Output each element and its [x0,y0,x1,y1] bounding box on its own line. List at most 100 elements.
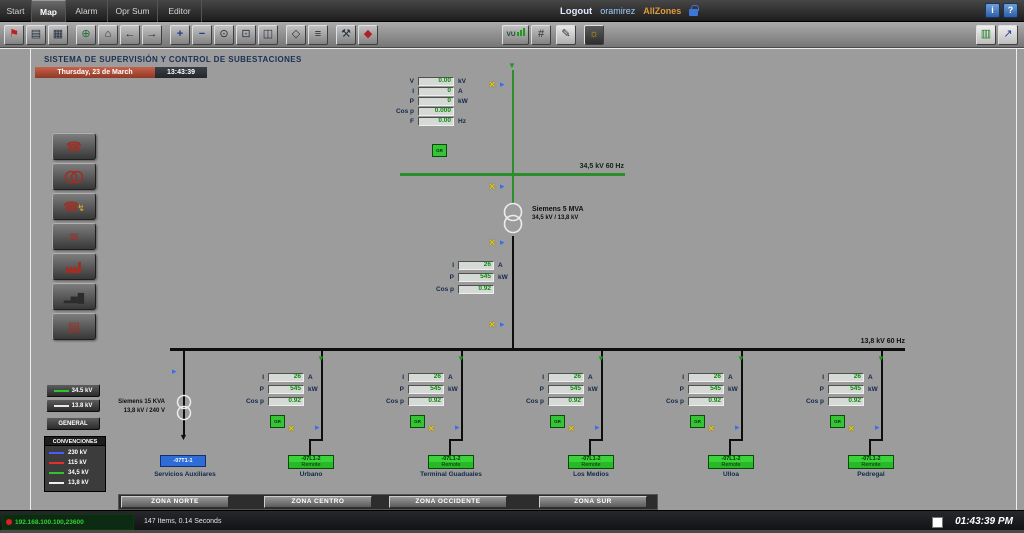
measure-value: 0.00 [418,117,454,126]
disconnector-icon[interactable]: × [489,182,495,193]
tab-editor[interactable]: Editor [158,0,202,22]
zone-sur-button[interactable]: ZONA SUR [539,496,647,508]
main-transformer-symbol[interactable] [498,201,528,237]
alarm-summary-icon[interactable]: ⚑ [4,25,24,45]
measure-unit: A [728,374,733,381]
breaker-icon[interactable]: ▸ [500,182,505,191]
measure-value: 26 [688,373,724,382]
zoom-out-icon[interactable]: − [192,25,212,45]
logout-button[interactable]: Logout [560,6,592,17]
date-display: Thursday, 23 de March [35,67,155,78]
sidebar-trends-button[interactable]: ▂▅█ [52,283,96,310]
legend-general-button[interactable]: GENERAL [46,417,100,430]
feeder-breaker-box[interactable]: -07L1-2 Remote [568,455,614,469]
measure-label: Cos p [245,398,264,405]
lamp-icon[interactable]: ☼ [584,25,604,45]
legend-138-button[interactable]: 13.8 kV [46,399,100,412]
sidebar-handset-button[interactable]: ☎ [52,133,96,160]
disconnector-icon[interactable]: × [489,320,495,331]
layers-icon[interactable]: ≡ [308,25,328,45]
pan-icon[interactable]: ◇ [286,25,306,45]
zone-occidente-button[interactable]: ZONA OCCIDENTE [389,496,507,508]
sidebar-substation-button[interactable] [52,253,96,280]
breaker-tag-box[interactable]: GR [830,415,845,428]
tab-opr-sum[interactable]: Opr Sum [108,0,158,22]
tab-alarm[interactable]: Alarm [66,0,108,22]
aux-device-box[interactable]: -07T1-1 [160,455,206,467]
help-button[interactable]: ? [1003,3,1018,18]
breaker-tag-box[interactable]: GR [690,415,705,428]
measure-label: P [679,386,684,393]
breaker-icon[interactable]: ▸ [875,423,880,432]
feeder-breaker-box[interactable]: -07L1-2 Remote [428,455,474,469]
disconnector-icon[interactable]: × [428,424,434,435]
disconnector-icon[interactable]: × [568,424,574,435]
zoom-in-icon[interactable]: + [170,25,190,45]
zones-selector[interactable]: AllZones [643,6,681,16]
breaker-icon[interactable]: ▸ [315,423,320,432]
breaker-icon[interactable]: ▸ [735,423,740,432]
aux-transformer-symbol[interactable] [171,393,197,425]
chart-icon[interactable]: ▥ [976,25,996,45]
sidebar-notes-button[interactable]: ▤ [52,313,96,340]
legend-345-button[interactable]: 34.5 kV [46,384,100,397]
zone-centro-button[interactable]: ZONA CENTRO [264,496,372,508]
feeder-jog [309,439,323,441]
disconnector-icon[interactable]: × [848,424,854,435]
measure-value: 0 [418,97,454,106]
vu-meter-button[interactable]: VU [502,25,529,45]
measure-value: 26 [408,373,444,382]
export-icon[interactable]: ↗ [998,25,1018,45]
feeder-jog [589,439,591,455]
tools-icon[interactable]: ⚒ [336,25,356,45]
measure-value: 545 [688,385,724,394]
sidebar-energize-button[interactable]: ☎↯ [52,193,96,220]
breaker-tag-box[interactable]: GR [550,415,565,428]
grid-view-icon[interactable]: ▦ [48,25,68,45]
breaker-tag-box[interactable]: GR [432,144,447,157]
pen-icon[interactable]: ✎ [556,25,576,45]
forward-icon[interactable]: → [142,25,162,45]
legend-345-label: 34.5 kV [71,387,93,394]
back-icon[interactable]: ← [120,25,140,45]
world-map-icon[interactable]: ⊕ [76,25,96,45]
measure-value: 0.92 [548,397,584,406]
disconnector-icon[interactable]: × [288,424,294,435]
breaker-tag-box[interactable]: GR [410,415,425,428]
sidebar-broadcast-button[interactable]: ≋ [52,223,96,250]
breaker-tag-box[interactable]: GR [270,415,285,428]
home-view-icon[interactable]: ⌂ [98,25,118,45]
breaker-icon[interactable]: ▸ [595,423,600,432]
disconnector-icon[interactable]: × [489,238,495,249]
measure-label: Cos p [525,398,544,405]
transformer-icon [64,170,84,184]
zone-norte-button[interactable]: ZONA NORTE [121,496,229,508]
sidebar-transformer-button[interactable] [52,163,96,190]
print-icon[interactable]: ▤ [26,25,46,45]
measure-label: P [449,274,454,281]
measure-label: P [259,386,264,393]
zoom-extent-icon[interactable]: ⊙ [214,25,234,45]
breaker-icon[interactable]: ▸ [500,320,505,329]
vehicle-icon[interactable]: ◆ [358,25,378,45]
disconnector-icon[interactable]: × [708,424,714,435]
feeder-ulloa: ▼ I 26 A P 545 kW Cos p 0.92 GR × ▸ -07L… [650,351,790,485]
mixer-icon[interactable]: # [531,25,551,45]
breaker-icon[interactable]: ▸ [500,238,505,247]
tab-map[interactable]: Map [32,0,66,22]
main-transformer-name: Siemens 5 MVA [532,206,584,213]
measure-label: P [539,386,544,393]
info-button[interactable]: i [985,3,1000,18]
flow-arrow-icon: ▼ [737,354,745,363]
feeder-breaker-box[interactable]: -07L1-2 Remote [848,455,894,469]
measure-value: 545 [268,385,304,394]
feeder-breaker-box[interactable]: -07L1-2 Remote [288,455,334,469]
zoom-window-icon[interactable]: ⊡ [236,25,256,45]
main-feeder-measurements: I 26 A P 545 kW Cos p 0.92 [420,261,550,297]
breaker-icon[interactable]: ▸ [455,423,460,432]
tab-start[interactable]: Start [0,0,32,22]
zoom-previous-icon[interactable]: ◫ [258,25,278,45]
breaker-icon[interactable]: ▸ [172,367,177,376]
feeder-breaker-box[interactable]: -07L1-2 Remote [708,455,754,469]
scada-app: Start Map Alarm Opr Sum Editor Logout or… [0,0,1024,533]
